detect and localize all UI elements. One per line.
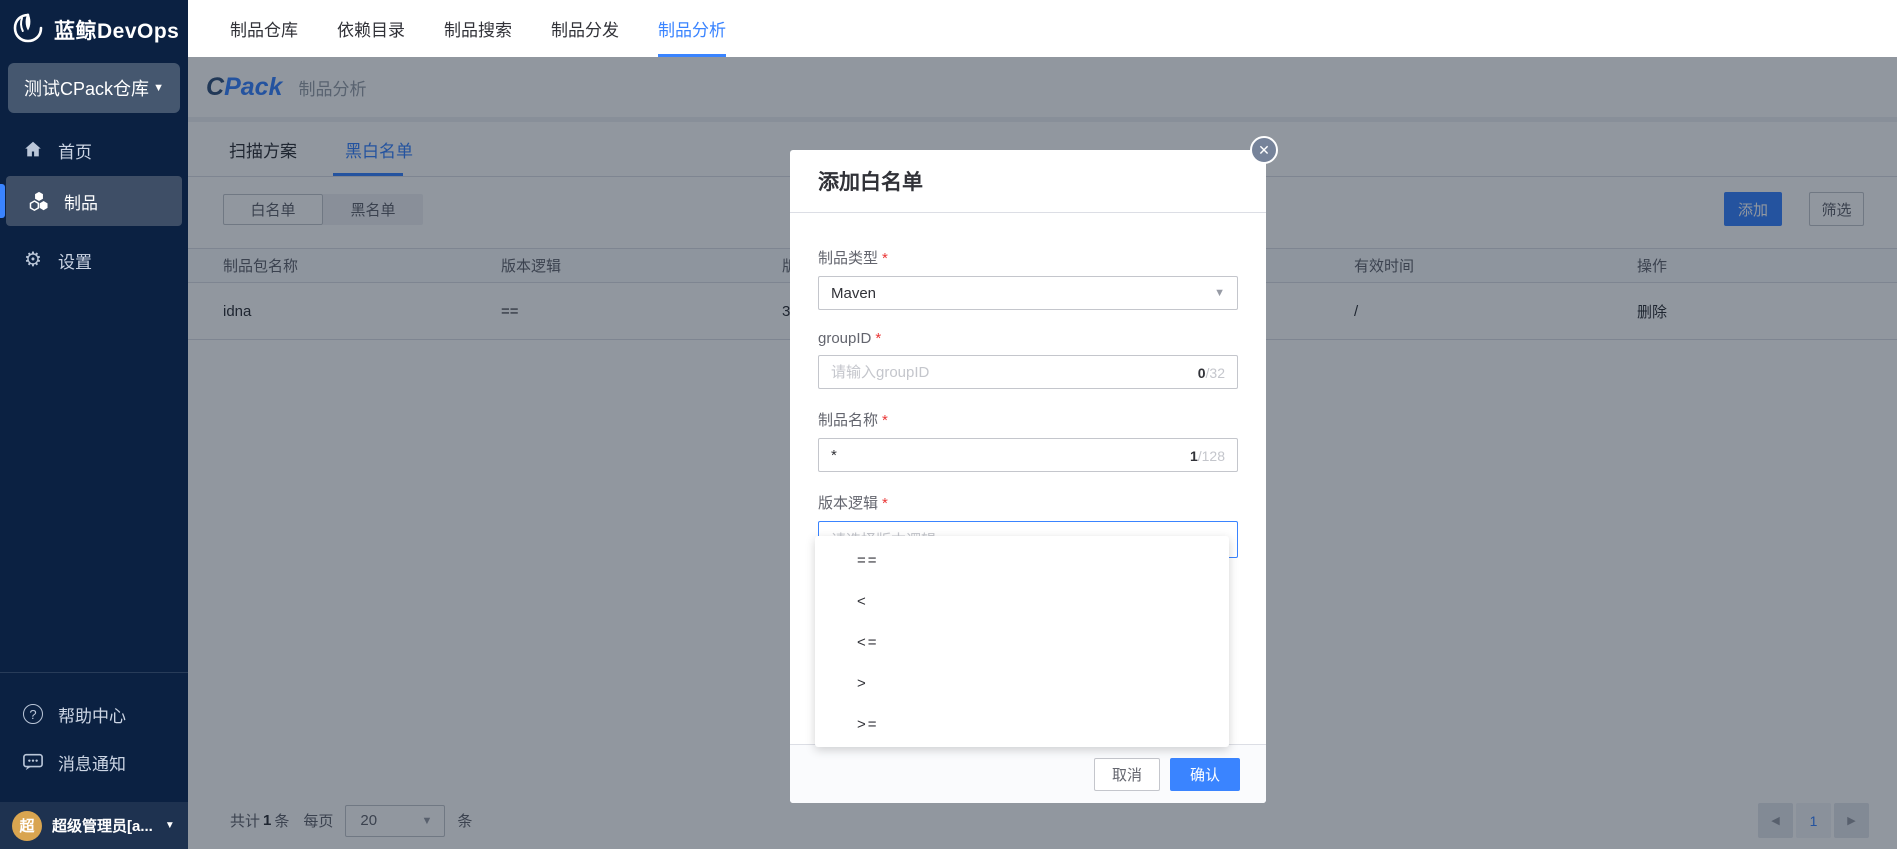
sidebar-item-label: 帮助中心 (58, 706, 126, 726)
required-mark: * (875, 330, 882, 347)
home-icon (22, 139, 44, 161)
field-label: 制品类型 * (818, 250, 888, 267)
sidebar-item-label: 制品 (64, 193, 98, 213)
sidebar-item-help[interactable]: ? 帮助中心 (0, 692, 188, 736)
nav-item-distribute[interactable]: 制品分发 (551, 0, 619, 57)
nav-item-dependency[interactable]: 依赖目录 (337, 0, 405, 57)
gear-icon: ⚙ (24, 249, 42, 271)
artifact-name-input[interactable] (819, 439, 1237, 471)
sidebar-item-label: 消息通知 (58, 754, 126, 774)
option-gt[interactable]: > (815, 663, 1229, 704)
app-logo[interactable]: 蓝鲸DevOps (8, 8, 179, 52)
dialog-footer: 取消 确认 (790, 744, 1266, 803)
sidebar-active-indicator (0, 184, 5, 218)
sidebar-item-notifications[interactable]: 消息通知 (0, 740, 188, 784)
dialog-body: 制品类型* Maven ▼ groupID* 0/32 制品名称* (790, 213, 1266, 558)
sidebar: 蓝鲸DevOps 测试CPack仓库 ▼ 首页 制品 ⚙ 设置 ? 帮助中心 消… (0, 0, 188, 849)
blueking-whale-icon (8, 8, 48, 53)
group-id-input-wrap: 0/32 (818, 355, 1238, 389)
option-gte[interactable]: >= (815, 704, 1229, 745)
char-counter: 0/32 (1197, 365, 1225, 381)
field-label: 版本逻辑 * (818, 495, 888, 512)
sidebar-item-home[interactable]: 首页 (0, 128, 188, 172)
user-name: 超级管理员[a... (52, 818, 153, 835)
cancel-button[interactable]: 取消 (1094, 757, 1160, 791)
confirm-button[interactable]: 确认 (1170, 757, 1240, 791)
char-counter: 1/128 (1189, 448, 1225, 464)
dialog-title: 添加白名单 (790, 150, 1266, 213)
sidebar-divider (0, 672, 188, 673)
packages-icon (28, 190, 50, 213)
sidebar-item-label: 设置 (58, 252, 92, 272)
group-id-input[interactable] (819, 356, 1237, 388)
option-lte[interactable]: <= (815, 622, 1229, 663)
field-label: groupID * (818, 330, 882, 347)
help-icon: ? (22, 704, 44, 724)
avatar: 超 (12, 810, 42, 841)
nav-item-analysis[interactable]: 制品分析 (658, 0, 726, 57)
nav-item-search[interactable]: 制品搜索 (444, 0, 512, 57)
artifact-type-value: Maven (831, 284, 877, 302)
add-whitelist-dialog: ✕ 添加白名单 制品类型* Maven ▼ groupID* 0/32 (790, 136, 1278, 803)
chevron-down-icon: ▼ (153, 82, 164, 94)
user-menu[interactable]: 超 超级管理员[a... ▼ (0, 802, 188, 849)
repo-selector[interactable]: 测试CPack仓库 ▼ (8, 63, 180, 113)
sidebar-item-artifact[interactable]: 制品 (6, 176, 182, 226)
required-mark: * (882, 250, 888, 267)
option-eq[interactable]: == (815, 540, 1229, 581)
artifact-type-select[interactable]: Maven ▼ (818, 276, 1238, 310)
field-artifact-name: 制品名称* 1/128 (818, 409, 1238, 472)
sidebar-item-settings[interactable]: ⚙ 设置 (0, 238, 188, 282)
chevron-down-icon: ▼ (164, 820, 175, 831)
nav-item-repo[interactable]: 制品仓库 (230, 0, 298, 57)
field-artifact-type: 制品类型 * Maven ▼ (818, 247, 1238, 310)
required-mark: * (882, 412, 888, 429)
sidebar-item-label: 首页 (58, 142, 92, 162)
close-icon[interactable]: ✕ (1250, 136, 1278, 164)
option-lt[interactable]: < (815, 581, 1229, 622)
repo-selector-label: 测试CPack仓库 (24, 79, 150, 99)
message-icon (22, 752, 44, 772)
field-group-id: groupID* 0/32 (818, 330, 1238, 389)
top-navigation: 制品仓库 依赖目录 制品搜索 制品分发 制品分析 (188, 0, 1897, 57)
chevron-down-icon: ▼ (1214, 287, 1225, 299)
version-logic-dropdown: == < <= > >= (815, 536, 1229, 747)
field-label: 制品名称 * (818, 412, 888, 429)
required-mark: * (882, 495, 888, 512)
app-logo-text: 蓝鲸DevOps (54, 20, 180, 43)
artifact-name-input-wrap: 1/128 (818, 438, 1238, 472)
